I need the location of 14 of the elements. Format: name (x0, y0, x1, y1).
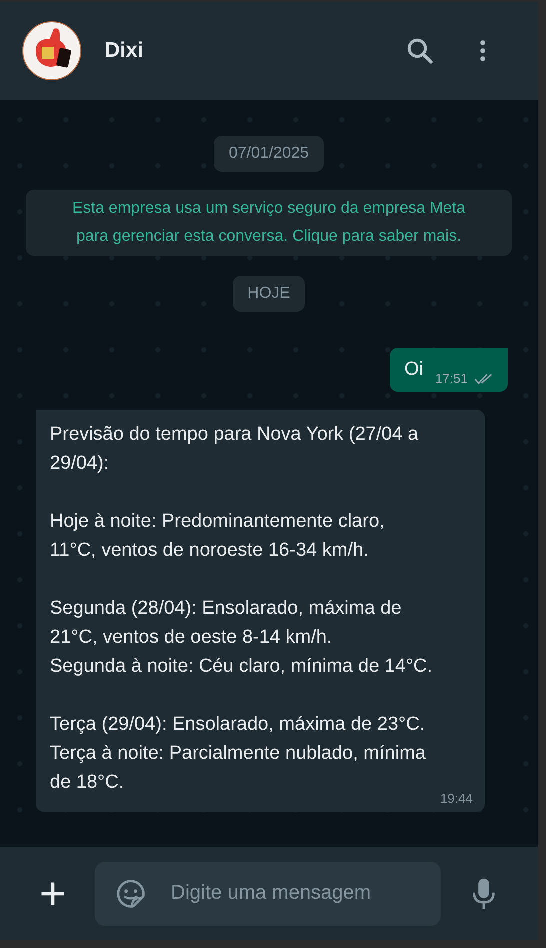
microphone-icon[interactable] (471, 876, 497, 910)
message-text: Oi (404, 358, 424, 382)
avatar[interactable] (22, 21, 82, 81)
sticker-icon[interactable] (115, 878, 147, 910)
menu-icon[interactable] (479, 39, 487, 63)
date-chip: HOJE (232, 276, 306, 312)
message-text: Previsão do tempo para Nova York (27/04 a 29/04): Hoje à noite: Predominantemente claro, 11°C, ventos de noroeste 16-34 km/h. Segunda (28/04): Ensolarado, máxima de 21°C, ventos de oeste 8-14 km/h. Segunda à noite: Céu claro, mínima de 14°C. Terça (29/04): Ensolarado, máxima de 23°C. Terça à noite: Parcialmente nublado, mínima de 18°C. (50, 423, 434, 795)
contact-name: Dixi (105, 39, 145, 63)
message-time: 17:51 (435, 371, 468, 386)
message-time: 19:44 (440, 791, 473, 806)
message-input[interactable]: Digite uma mensagem (95, 862, 441, 926)
encryption-notice[interactable]: Esta empresa usa um serviço seguro da empresa Meta para gerenciar esta conversa. Clique para saber mais. (26, 190, 512, 256)
search-icon[interactable] (405, 36, 435, 66)
date-chip: 07/01/2025 (214, 136, 324, 172)
